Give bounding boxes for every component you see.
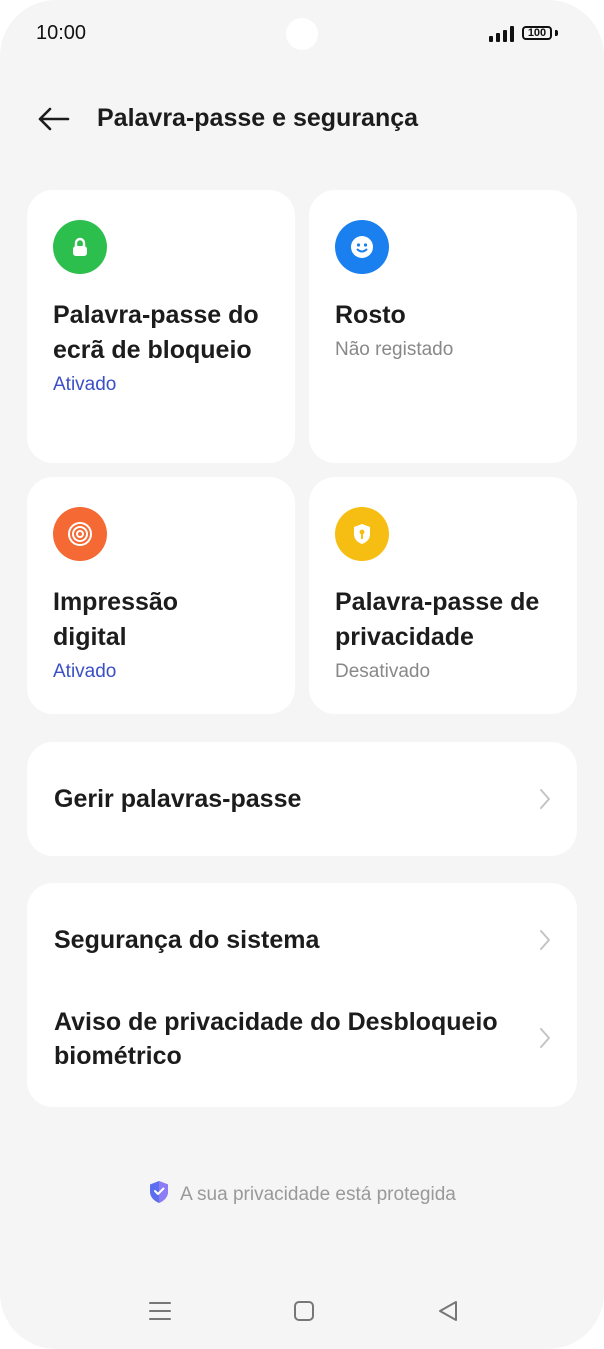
front-camera bbox=[286, 18, 318, 50]
card-lock-screen-password[interactable]: Palavra-passe do ecrã de bloqueio Ativad… bbox=[27, 190, 295, 463]
back-arrow-icon[interactable] bbox=[36, 103, 70, 135]
card-status: Não registado bbox=[335, 339, 454, 360]
chevron-right-icon bbox=[540, 789, 550, 809]
security-group: Segurança do sistema Aviso de privacidad… bbox=[27, 883, 577, 1107]
manage-passwords-row[interactable]: Gerir palavras-passe bbox=[27, 742, 577, 856]
card-status: Ativado bbox=[53, 661, 117, 682]
battery-tip bbox=[555, 30, 558, 36]
menu-nav-icon[interactable] bbox=[145, 1296, 175, 1326]
card-face[interactable]: Rosto Não registado bbox=[309, 190, 577, 463]
status-time: 10:00 bbox=[36, 22, 87, 44]
card-title: Impressão digital bbox=[53, 588, 179, 651]
phone-screen: 10:00 100 Palavra-passe e segurança Pala… bbox=[0, 0, 604, 1349]
row-label: Segurança do sistema bbox=[54, 926, 320, 954]
card-fingerprint[interactable]: Impressão digital Ativado bbox=[27, 477, 295, 714]
home-nav-icon[interactable] bbox=[289, 1296, 319, 1326]
face-icon bbox=[335, 220, 389, 274]
card-title: Rosto bbox=[335, 301, 406, 329]
manage-passwords-group: Gerir palavras-passe bbox=[27, 742, 577, 856]
back-nav-icon[interactable] bbox=[433, 1296, 463, 1326]
biometric-privacy-row[interactable]: Aviso de privacidade do Desbloqueio biom… bbox=[27, 993, 577, 1107]
card-title: Palavra-passe do ecrã de bloqueio bbox=[53, 301, 259, 364]
fingerprint-icon bbox=[53, 507, 107, 561]
privacy-note: A sua privacidade está protegida bbox=[0, 1180, 604, 1206]
row-label: Aviso de privacidade do Desbloqueio biom… bbox=[54, 1008, 498, 1070]
row-label: Gerir palavras-passe bbox=[54, 785, 302, 813]
chevron-right-icon bbox=[540, 930, 550, 950]
privacy-text: A sua privacidade está protegida bbox=[180, 1184, 456, 1205]
lock-icon bbox=[53, 220, 107, 274]
signal-icon bbox=[489, 26, 514, 42]
card-status: Desativado bbox=[335, 661, 431, 682]
page-title: Palavra-passe e segurança bbox=[97, 104, 419, 132]
battery-icon: 100 bbox=[522, 26, 552, 40]
chevron-right-icon bbox=[540, 1028, 550, 1048]
card-title: Palavra-passe de privacidade bbox=[335, 588, 540, 651]
privacy-shield-icon bbox=[150, 1181, 169, 1203]
system-security-row[interactable]: Segurança do sistema bbox=[27, 883, 577, 993]
card-privacy-password[interactable]: Palavra-passe de privacidade Desativado bbox=[309, 477, 577, 714]
shield-key-icon bbox=[335, 507, 389, 561]
card-status: Ativado bbox=[53, 374, 117, 395]
